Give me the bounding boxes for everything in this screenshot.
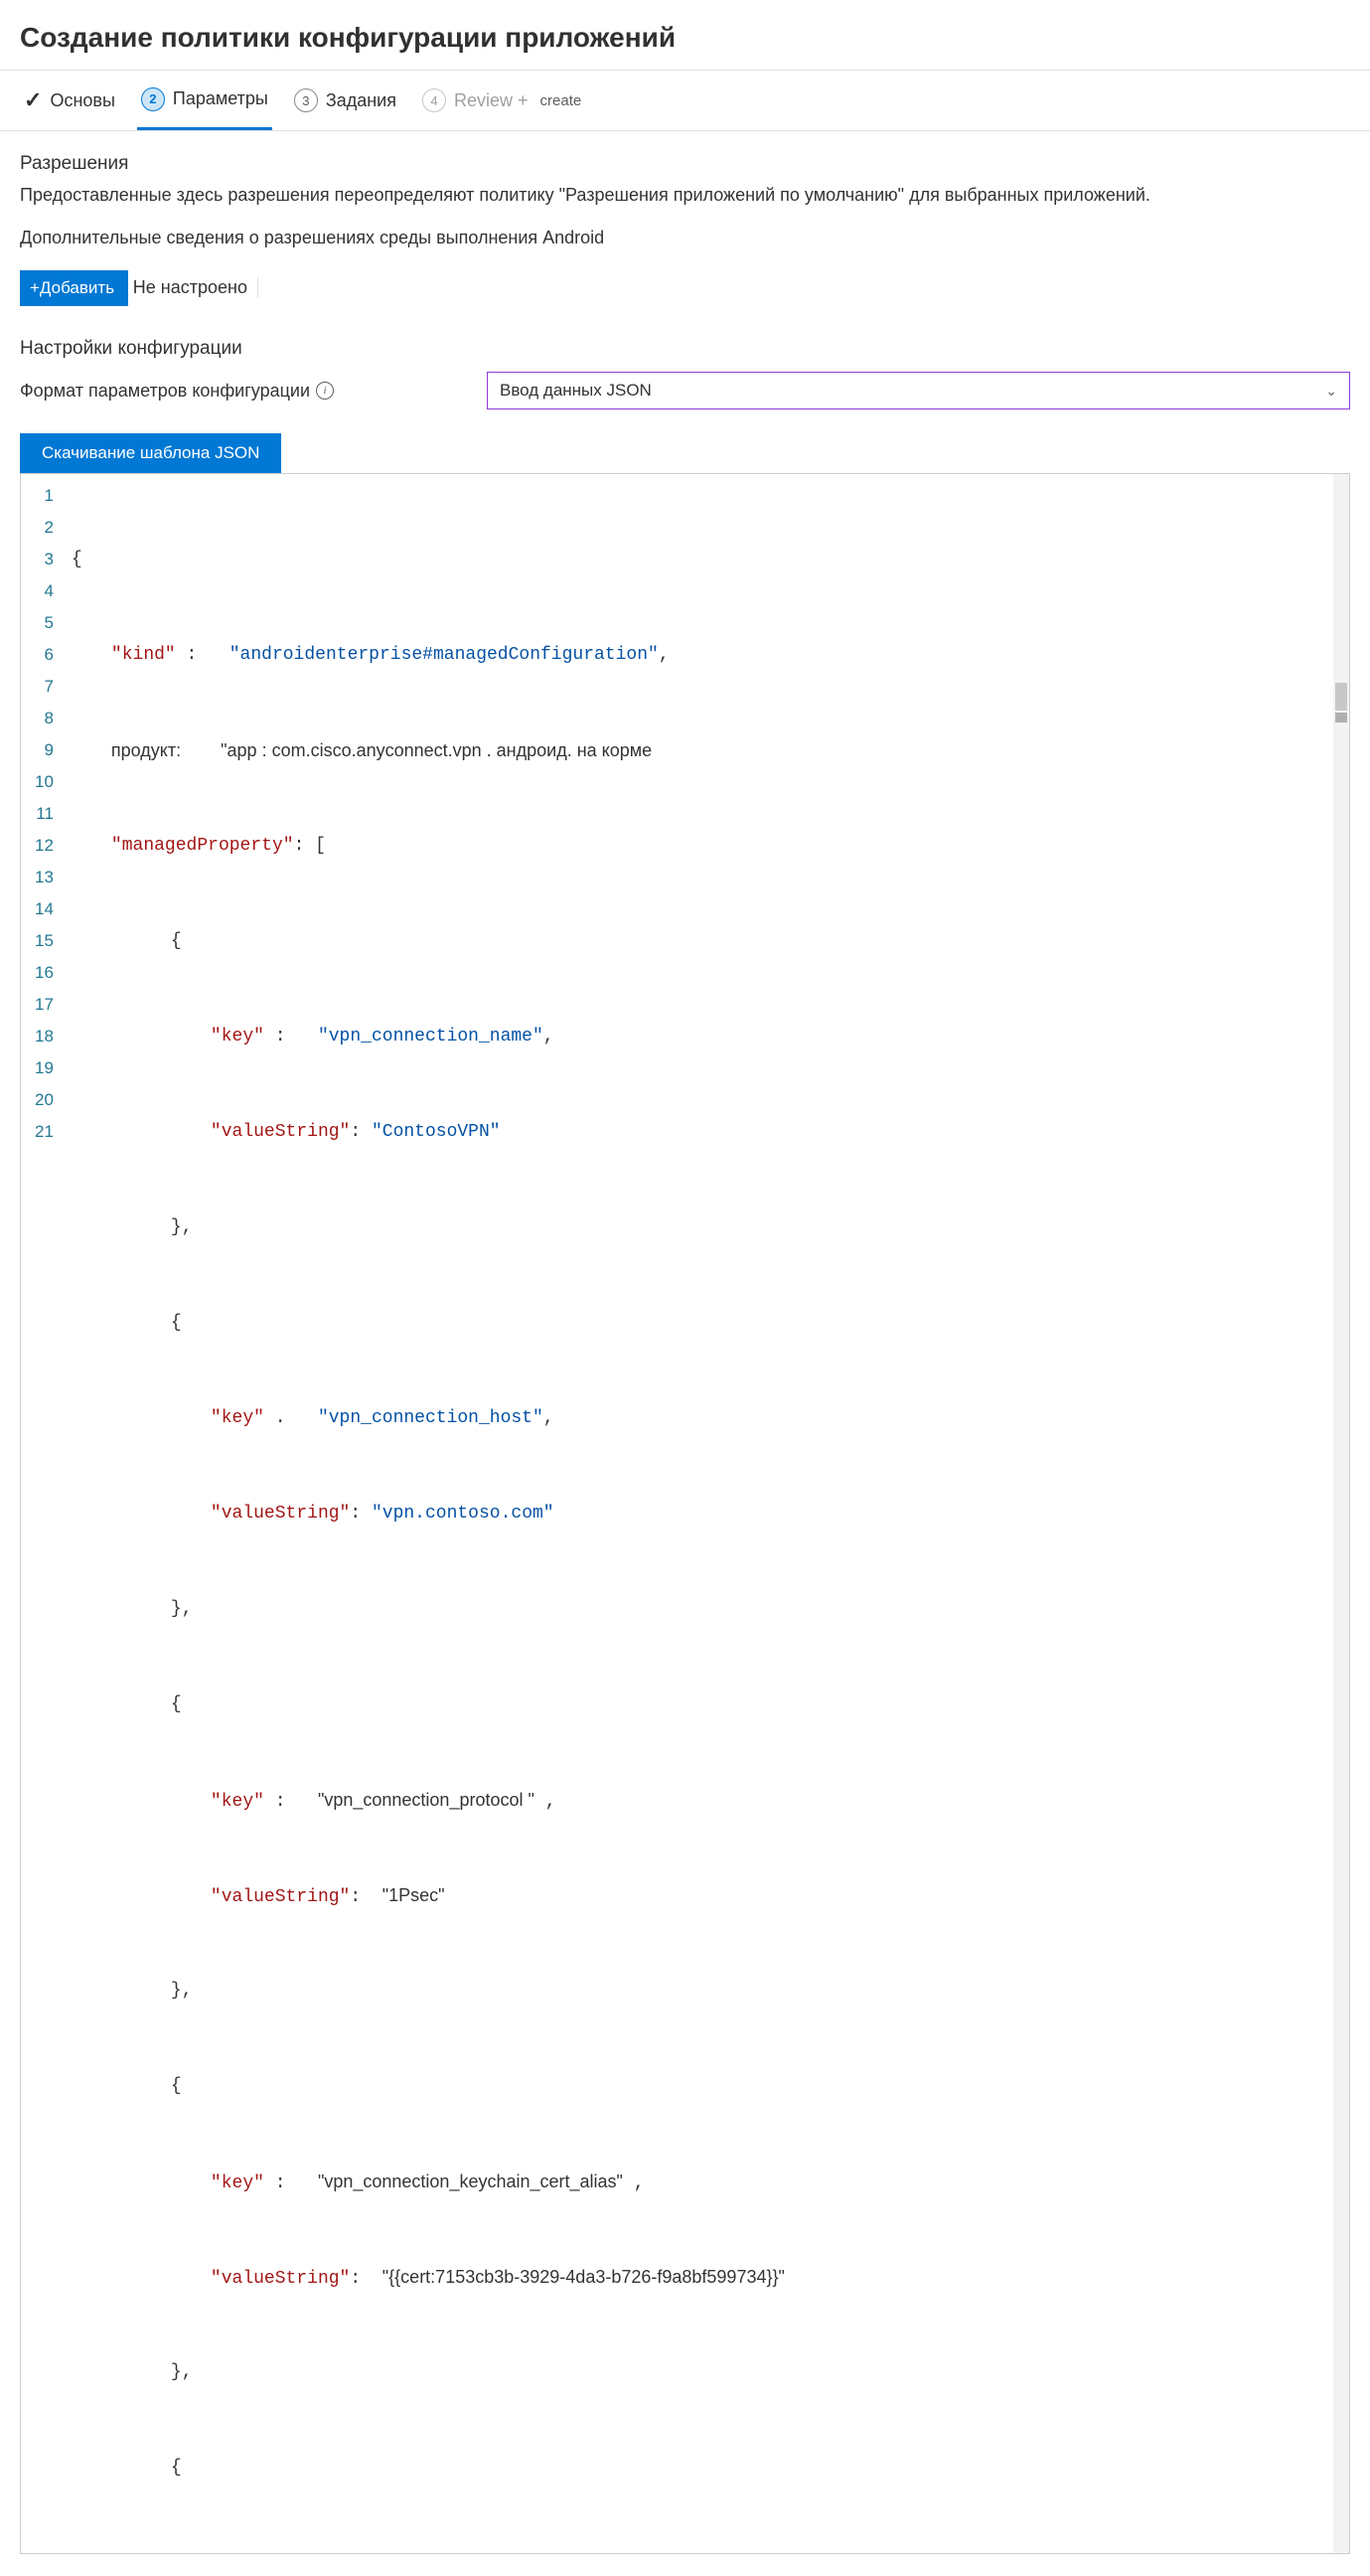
chevron-down-icon: ⌄ (1325, 383, 1337, 400)
line-number: 2 (35, 512, 54, 544)
code-token: { (171, 2076, 182, 2096)
tab-label: Основы (50, 90, 114, 111)
json-editor[interactable]: 1 2 3 4 5 6 7 8 9 10 11 12 13 14 15 16 1… (20, 473, 1350, 2554)
code-token: "valueString" (211, 1122, 350, 1142)
code-token: "valueString" (211, 2269, 350, 2289)
line-number: 13 (35, 862, 54, 893)
line-number: 14 (35, 893, 54, 925)
code-token: { (171, 2458, 182, 2478)
code-token: "key" (211, 1408, 264, 1428)
code-token: }, (171, 1599, 193, 1619)
tab-label: Параметры (173, 88, 268, 109)
line-number: 19 (35, 1052, 54, 1084)
tab-assignments[interactable]: 3 Задания (290, 71, 400, 130)
line-number: 4 (35, 575, 54, 607)
code-token: "managedProperty" (111, 836, 294, 856)
check-icon: ✓ (24, 87, 42, 113)
info-icon[interactable]: i (316, 382, 334, 400)
code-token: "1Psec" (382, 1885, 445, 1905)
code-token: "key" (211, 1792, 264, 1812)
config-format-label: Формат параметров конфигурации i (20, 381, 467, 402)
wizard-tabs: ✓ Основы 2 Параметры 3 Задания 4 Review … (0, 70, 1370, 131)
line-gutter: 1 2 3 4 5 6 7 8 9 10 11 12 13 14 15 16 1… (21, 474, 64, 2553)
code-token: "key" (211, 1027, 264, 1046)
code-token: "vpn_connection_keychain_cert_alias" (318, 2172, 623, 2191)
line-number: 20 (35, 1084, 54, 1116)
line-number: 1 (35, 480, 54, 512)
line-number: 12 (35, 830, 54, 862)
tab-review-create: 4 Review + create (418, 71, 585, 130)
download-json-template-button[interactable]: Скачивание шаблона JSON (20, 433, 281, 473)
code-token: { (171, 931, 182, 951)
page-title: Создание политики конфигурации приложени… (0, 0, 1370, 70)
code-token: : [ (294, 836, 326, 856)
line-number: 9 (35, 734, 54, 766)
code-token: }, (171, 1981, 193, 2001)
code-token: "vpn.contoso.com" (372, 1504, 554, 1524)
tab-sublabel: create (540, 92, 582, 109)
scrollbar-track[interactable] (1333, 474, 1349, 2553)
line-number: 11 (35, 798, 54, 830)
permissions-more-info: Дополнительные сведения о разрешениях ср… (20, 228, 1350, 248)
tab-label: Review + (454, 90, 529, 111)
tab-settings[interactable]: 2 Параметры (137, 71, 272, 130)
code-token: { (171, 1694, 182, 1714)
code-token: "vpn_connection_host" (318, 1408, 543, 1428)
code-token: "ContosoVPN" (372, 1122, 501, 1142)
code-token: "vpn_connection_name" (318, 1027, 543, 1046)
line-number: 7 (35, 671, 54, 703)
code-token: "androidenterprise#managedConfiguration" (229, 645, 659, 665)
step-number: 3 (294, 88, 318, 112)
step-number: 4 (422, 88, 446, 112)
permissions-heading: Разрешения (20, 153, 1350, 175)
code-token: { (171, 1313, 182, 1333)
line-number: 8 (35, 703, 54, 734)
code-token: "valueString" (211, 1887, 350, 1907)
config-format-select[interactable]: Ввод данных JSON ⌄ (487, 372, 1350, 409)
code-token: "key" (211, 2174, 264, 2193)
code-token: }, (171, 1217, 193, 1237)
code-token: "app : com.cisco.anyconnect.vpn . андрои… (221, 740, 652, 760)
select-value: Ввод данных JSON (500, 381, 652, 401)
permissions-status: Не настроено (133, 277, 258, 298)
line-number: 3 (35, 544, 54, 575)
line-number: 5 (35, 607, 54, 639)
code-token: "{{cert:7153cb3b-3929-4da3-b726-f9a8bf59… (382, 2267, 785, 2287)
code-token: { (72, 550, 82, 569)
line-number: 6 (35, 639, 54, 671)
line-number: 21 (35, 1116, 54, 1148)
scrollbar-thumb[interactable] (1335, 713, 1347, 723)
line-number: 10 (35, 766, 54, 798)
scrollbar-thumb[interactable] (1335, 683, 1347, 711)
line-number: 17 (35, 989, 54, 1021)
code-token: }, (171, 2362, 193, 2382)
code-token: продукт: (111, 740, 181, 760)
config-heading: Настройки конфигурации (20, 338, 1350, 360)
code-token: "valueString" (211, 1504, 350, 1524)
label-text: Формат параметров конфигурации (20, 381, 310, 402)
code-token: "kind" (111, 645, 176, 665)
line-number: 16 (35, 957, 54, 989)
step-number: 2 (141, 87, 165, 111)
tab-basics[interactable]: ✓ Основы (20, 71, 119, 130)
line-number: 15 (35, 925, 54, 957)
code-token: "vpn_connection_protocol " (318, 1790, 534, 1810)
add-button[interactable]: +Добавить (20, 270, 128, 306)
permissions-description: Предоставленные здесь разрешения переопр… (20, 185, 1350, 206)
code-area[interactable]: { "kind" : "androidenterprise#managedCon… (64, 474, 1349, 2553)
line-number: 18 (35, 1021, 54, 1052)
tab-label: Задания (326, 90, 396, 111)
